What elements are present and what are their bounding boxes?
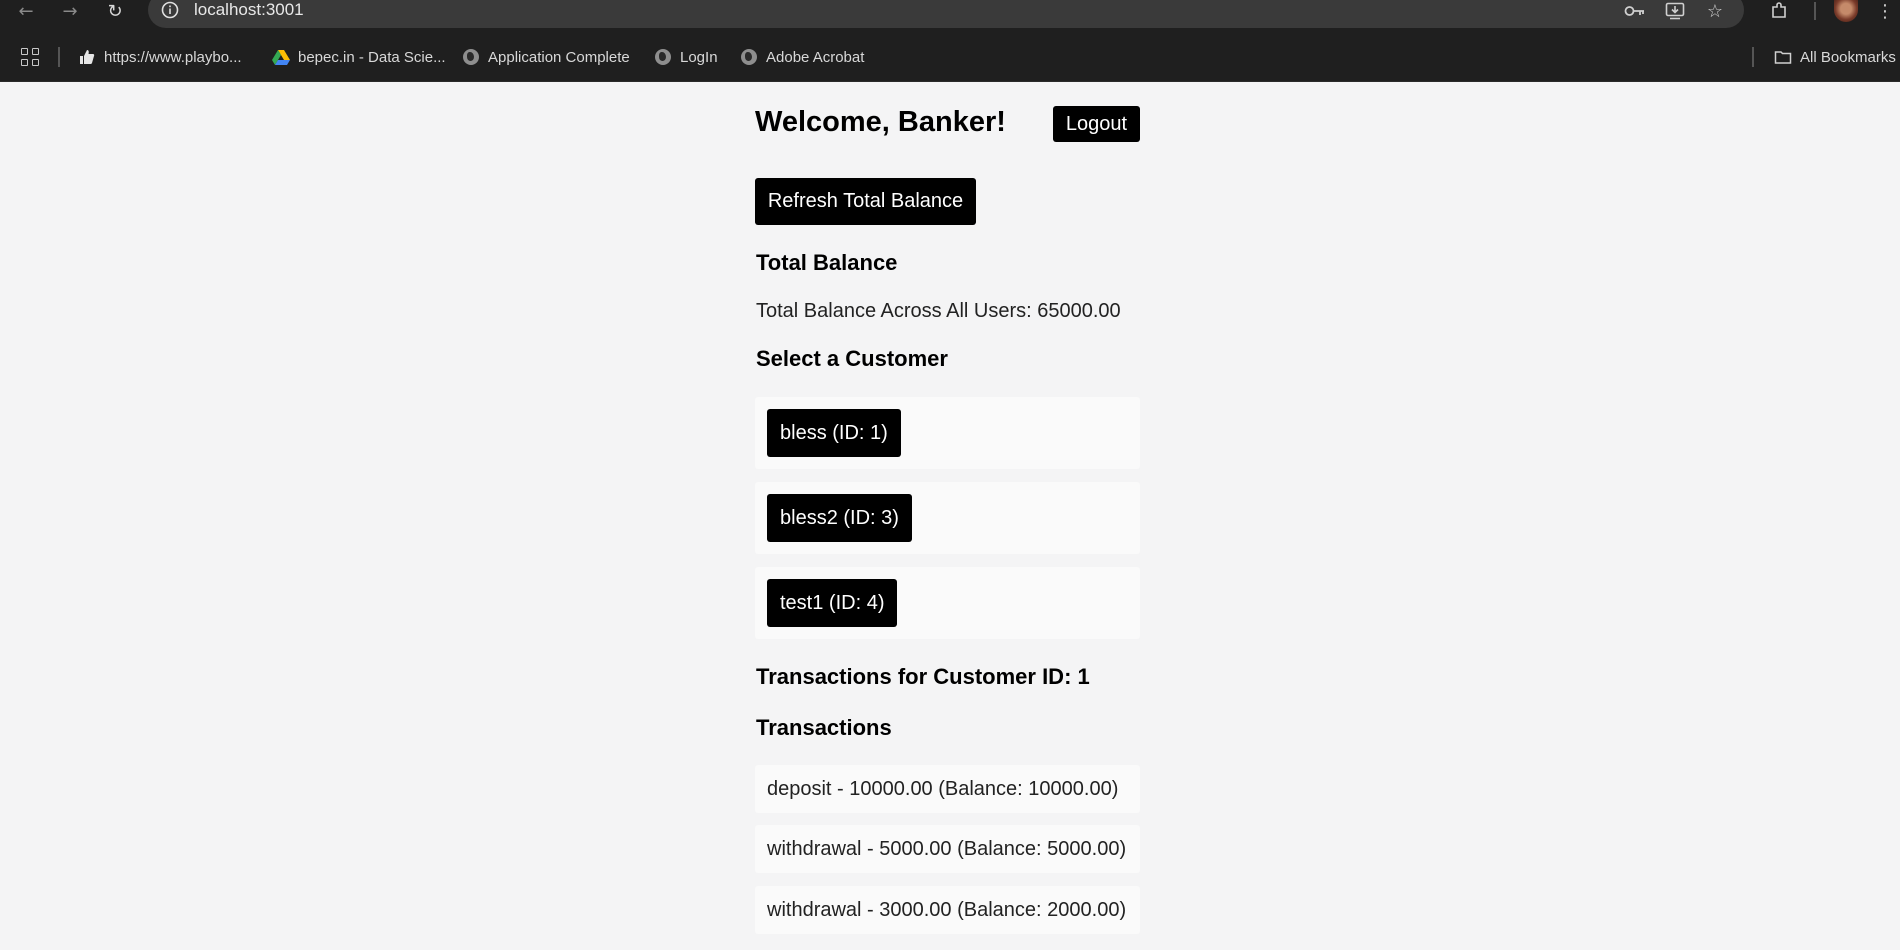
- bookmark-label: Adobe Acrobat: [766, 48, 865, 66]
- site-info-icon[interactable]: [160, 0, 180, 20]
- total-balance-heading: Total Balance: [756, 250, 898, 275]
- refresh-total-balance-button[interactable]: Refresh Total Balance: [755, 178, 976, 225]
- list-item: test1 (ID: 4): [755, 567, 1140, 639]
- bookmark-bepec[interactable]: bepec.in - Data Scie...: [272, 45, 446, 69]
- transaction-item: withdrawal - 5000.00 (Balance: 5000.00): [755, 825, 1140, 873]
- bookmark-playbook[interactable]: https://www.playbo...: [78, 45, 242, 69]
- bookmark-label: https://www.playbo...: [104, 48, 242, 66]
- logout-button[interactable]: Logout: [1053, 106, 1140, 142]
- menu-kebab-icon[interactable]: ⋮: [1876, 0, 1894, 22]
- reload-icon[interactable]: ↻: [99, 0, 131, 22]
- page-content: Welcome, Banker! Logout Refresh Total Ba…: [0, 82, 1900, 950]
- forward-icon[interactable]: →: [54, 0, 86, 22]
- install-app-icon[interactable]: [1662, 0, 1688, 22]
- bookmark-login[interactable]: LogIn: [654, 45, 718, 69]
- total-balance-text: Total Balance Across All Users: 65000.00: [756, 300, 1121, 322]
- address-bar-url[interactable]: localhost:3001: [194, 0, 304, 20]
- drive-icon: [272, 48, 290, 66]
- bookmark-star-icon[interactable]: ☆: [1702, 0, 1728, 22]
- bookmark-label: LogIn: [680, 48, 718, 66]
- customer-button[interactable]: bless (ID: 1): [767, 409, 901, 457]
- page-title: Welcome, Banker!: [755, 106, 1006, 138]
- folder-icon: [1774, 48, 1792, 66]
- bookmark-adobe-acrobat[interactable]: Adobe Acrobat: [740, 45, 864, 69]
- customer-button[interactable]: bless2 (ID: 3): [767, 494, 912, 542]
- globe-icon: [462, 48, 480, 66]
- toolbar-divider: [1814, 2, 1816, 20]
- all-bookmarks-label: All Bookmarks: [1800, 48, 1896, 66]
- extensions-icon[interactable]: [1766, 0, 1792, 22]
- bookmarks-divider: [58, 47, 60, 67]
- thumbs-up-icon: [78, 48, 96, 66]
- transaction-item: deposit - 10000.00 (Balance: 10000.00): [755, 765, 1140, 813]
- globe-icon: [740, 48, 758, 66]
- select-customer-heading: Select a Customer: [756, 346, 948, 371]
- address-bar[interactable]: [148, 0, 1744, 28]
- back-icon[interactable]: ←: [10, 0, 42, 22]
- customer-transactions-heading: Transactions for Customer ID: 1: [756, 664, 1090, 689]
- all-bookmarks[interactable]: All Bookmarks: [1774, 45, 1896, 69]
- bookmarks-divider: [1752, 47, 1754, 67]
- bookmark-label: Application Complete: [488, 48, 630, 66]
- transaction-item: withdrawal - 3000.00 (Balance: 2000.00): [755, 886, 1140, 934]
- list-item: bless (ID: 1): [755, 397, 1140, 469]
- bookmark-application-complete[interactable]: Application Complete: [462, 45, 630, 69]
- transactions-heading: Transactions: [756, 715, 892, 740]
- bookmark-label: bepec.in - Data Scie...: [298, 48, 446, 66]
- list-item: bless2 (ID: 3): [755, 482, 1140, 554]
- password-key-icon[interactable]: [1622, 0, 1648, 22]
- globe-icon: [654, 48, 672, 66]
- customer-button[interactable]: test1 (ID: 4): [767, 579, 898, 627]
- apps-grid-icon[interactable]: [20, 47, 40, 67]
